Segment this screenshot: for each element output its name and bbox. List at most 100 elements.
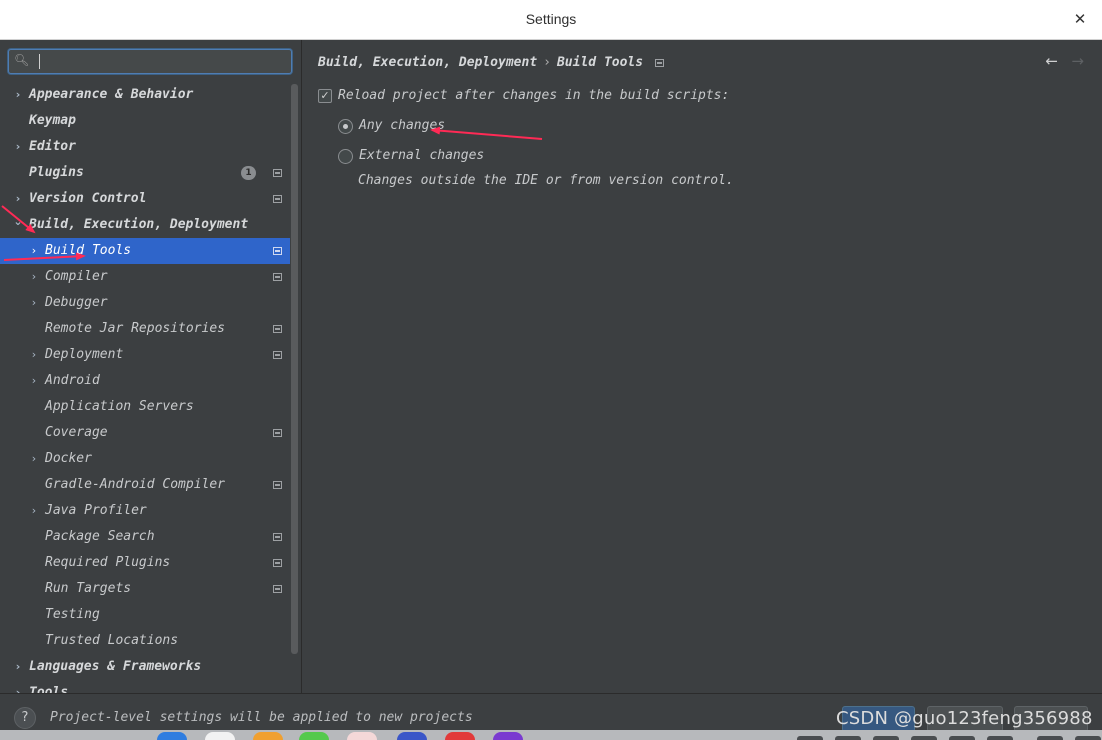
search-input[interactable]: 🔍︎ xyxy=(8,49,292,74)
app-icon[interactable] xyxy=(493,732,523,740)
app-icon[interactable] xyxy=(445,732,475,740)
tray-icon[interactable] xyxy=(1037,736,1063,740)
sidebar-item-deployment[interactable]: › Deployment xyxy=(0,342,290,368)
sidebar-item-label: Build Tools xyxy=(45,243,132,258)
breadcrumb-parent[interactable]: Build, Execution, Deployment xyxy=(318,55,537,70)
chevron-right-icon[interactable]: › xyxy=(12,680,24,693)
project-scope-icon xyxy=(273,169,282,177)
tray-icon[interactable] xyxy=(949,736,975,740)
sidebar-item-label: Version Control xyxy=(29,191,147,206)
external-changes-radio[interactable] xyxy=(338,149,353,164)
project-scope-icon xyxy=(273,325,282,333)
chevron-right-icon[interactable]: › xyxy=(12,654,24,680)
text-caret xyxy=(39,54,40,69)
sidebar-item-label: Debugger xyxy=(45,295,108,310)
sidebar-item-keymap[interactable]: Keymap xyxy=(0,108,290,134)
app-icon[interactable] xyxy=(157,732,187,740)
sidebar-item-label: Android xyxy=(45,373,100,388)
project-scope-icon xyxy=(273,195,282,203)
sidebar-item-editor[interactable]: › Editor xyxy=(0,134,290,160)
sidebar-item-tools[interactable]: › Tools xyxy=(0,680,290,693)
chevron-right-icon[interactable]: › xyxy=(28,264,40,290)
chevron-right-icon[interactable]: › xyxy=(28,498,40,524)
sidebar-item-java-profiler[interactable]: › Java Profiler xyxy=(0,498,290,524)
chevron-down-icon[interactable]: ⌄ xyxy=(12,209,24,235)
sidebar-item-build-tools[interactable]: › Build Tools xyxy=(0,238,290,264)
tray-icon[interactable] xyxy=(911,736,937,740)
any-changes-radio[interactable] xyxy=(338,119,353,134)
search-icon: 🔍︎ xyxy=(14,53,30,67)
chevron-right-icon[interactable]: › xyxy=(28,290,40,316)
tray-icon[interactable] xyxy=(987,736,1013,740)
project-scope-icon xyxy=(273,247,282,255)
tray-icon[interactable] xyxy=(835,736,861,740)
app-icon[interactable] xyxy=(397,732,427,740)
sidebar-item-languages-frameworks[interactable]: › Languages & Frameworks xyxy=(0,654,290,680)
sidebar-item-label: Deployment xyxy=(45,347,124,362)
reload-project-label: Reload project after changes in the buil… xyxy=(338,88,730,103)
sidebar-item-package-search[interactable]: Package Search xyxy=(0,524,290,550)
sidebar-item-version-control[interactable]: › Version Control xyxy=(0,186,290,212)
sidebar-item-trusted-locations[interactable]: Trusted Locations xyxy=(0,628,290,654)
tray-icon[interactable] xyxy=(1075,736,1101,740)
sidebar-item-testing[interactable]: Testing xyxy=(0,602,290,628)
app-icon[interactable] xyxy=(253,732,283,740)
sidebar-item-plugins[interactable]: Plugins 1 xyxy=(0,160,290,186)
sidebar-item-label: Coverage xyxy=(45,425,108,440)
app-icon[interactable] xyxy=(205,732,235,740)
sidebar-item-remote-jar-repositories[interactable]: Remote Jar Repositories xyxy=(0,316,290,342)
project-scope-icon xyxy=(273,533,282,541)
reload-project-checkbox[interactable]: ✓ xyxy=(318,89,332,103)
project-scope-icon xyxy=(273,585,282,593)
update-count-badge: 1 xyxy=(241,166,256,180)
window-title: Settings xyxy=(525,11,577,27)
sidebar-item-appearance-behavior[interactable]: › Appearance & Behavior xyxy=(0,82,290,108)
breadcrumb-current: Build Tools xyxy=(556,55,644,70)
chevron-right-icon[interactable]: › xyxy=(28,368,40,394)
sidebar-item-compiler[interactable]: › Compiler xyxy=(0,264,290,290)
sidebar-item-coverage[interactable]: Coverage xyxy=(0,420,290,446)
sidebar-item-build-execution-deployment[interactable]: ⌄ Build, Execution, Deployment xyxy=(0,212,290,238)
sidebar-item-label: Build, Execution, Deployment xyxy=(29,217,249,232)
project-scope-icon xyxy=(273,429,282,437)
project-level-note: Project-level settings will be applied t… xyxy=(50,710,473,725)
tray-icon[interactable] xyxy=(873,736,899,740)
close-icon[interactable]: ✕ xyxy=(1070,8,1090,28)
back-arrow-icon[interactable]: ← xyxy=(1045,52,1058,70)
sidebar-item-debugger[interactable]: › Debugger xyxy=(0,290,290,316)
tray-icon[interactable] xyxy=(797,736,823,740)
sidebar-item-run-targets[interactable]: Run Targets xyxy=(0,576,290,602)
sidebar-item-label: Compiler xyxy=(45,269,108,284)
chevron-right-icon[interactable]: › xyxy=(28,446,40,472)
sidebar-item-docker[interactable]: › Docker xyxy=(0,446,290,472)
sidebar-item-application-servers[interactable]: Application Servers xyxy=(0,394,290,420)
settings-tree: › Appearance & Behavior Keymap › Editor Plugi… xyxy=(0,82,290,693)
chevron-right-icon[interactable]: › xyxy=(12,82,24,108)
any-changes-label: Any changes xyxy=(359,118,446,133)
settings-sidebar: 🔍︎ › Appearance & Behavior Keymap › Editor Pl… xyxy=(0,40,300,693)
sidebar-item-gradle-android-compiler[interactable]: Gradle-Android Compiler xyxy=(0,472,290,498)
os-taskbar xyxy=(0,730,1102,740)
sidebar-item-label: Remote Jar Repositories xyxy=(45,321,226,336)
sidebar-item-label: Package Search xyxy=(45,529,155,544)
sidebar-item-label: Plugins xyxy=(29,165,84,180)
project-scope-icon xyxy=(273,273,282,281)
help-button[interactable]: ? xyxy=(14,707,36,729)
external-changes-label: External changes xyxy=(359,148,485,163)
settings-content: Build, Execution, Deployment › Build Tools… xyxy=(301,40,1102,693)
chevron-right-icon[interactable]: › xyxy=(12,134,24,160)
app-icon[interactable] xyxy=(347,732,377,740)
sidebar-scrollbar[interactable] xyxy=(291,84,298,654)
chevron-right-icon[interactable]: › xyxy=(28,238,40,264)
chevron-right-icon[interactable]: › xyxy=(28,342,40,368)
sidebar-item-android[interactable]: › Android xyxy=(0,368,290,394)
external-changes-hint: Changes outside the IDE or from version … xyxy=(358,173,734,188)
project-scope-icon xyxy=(273,481,282,489)
sidebar-item-label: Keymap xyxy=(29,113,76,128)
app-icon[interactable] xyxy=(299,732,329,740)
breadcrumb-separator: › xyxy=(543,55,551,70)
sidebar-item-label: Gradle-Android Compiler xyxy=(45,477,226,492)
sidebar-item-label: Testing xyxy=(45,607,100,622)
sidebar-item-required-plugins[interactable]: Required Plugins xyxy=(0,550,290,576)
project-scope-icon xyxy=(273,559,282,567)
